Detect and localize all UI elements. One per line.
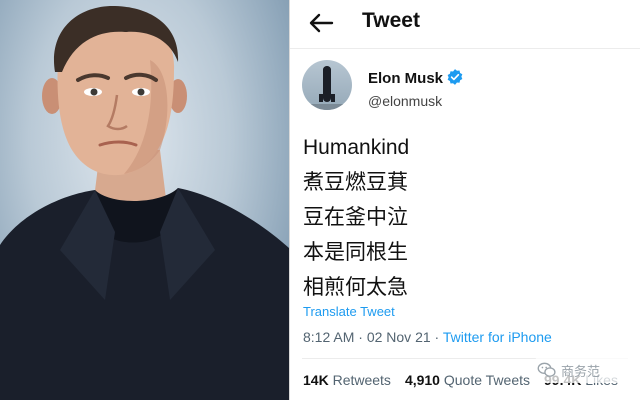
tweet-line: Humankind [303, 136, 410, 159]
tweet-line: 煮豆燃豆萁 [303, 171, 408, 194]
arrow-left-icon [309, 13, 334, 33]
tweet-header: Tweet [290, 0, 640, 49]
quote-tweets-label[interactable]: Quote Tweets [444, 372, 530, 388]
meta-separator: · [354, 329, 367, 345]
tweet-body: Humankind 煮豆燃豆萁 豆在釜中泣 本是同根生 相煎何太急 [303, 130, 633, 305]
profile-photo [0, 0, 289, 400]
tweet-panel: Tweet Elon Musk @elonmusk Humankind 煮豆燃豆… [290, 0, 640, 400]
retweets-count[interactable]: 14K [303, 372, 329, 388]
author-name[interactable]: Elon Musk [368, 70, 443, 87]
tweet-line: 本是同根生 [303, 241, 408, 264]
tweet-metadata: 8:12 AM · 02 Nov 21 · Twitter for iPhone [303, 329, 552, 345]
tweet-time: 8:12 AM [303, 329, 355, 345]
starship-avatar-icon [302, 66, 352, 110]
meta-separator: · [430, 329, 443, 345]
verified-badge-icon [447, 69, 463, 85]
source-link[interactable]: Twitter for iPhone [443, 329, 552, 345]
quote-tweets-count[interactable]: 4,910 [405, 372, 440, 388]
author-handle[interactable]: @elonmusk [368, 93, 442, 109]
tweet-line: 豆在釜中泣 [303, 206, 408, 229]
retweets-label[interactable]: Retweets [333, 372, 391, 388]
page-title: Tweet [362, 9, 420, 32]
translate-tweet-link[interactable]: Translate Tweet [303, 304, 395, 319]
person-portrait [0, 5, 289, 400]
watermark-text: 商务范 [561, 364, 601, 379]
avatar[interactable] [302, 60, 352, 110]
tweet-date: 02 Nov 21 [366, 329, 431, 345]
wechat-icon [537, 362, 556, 377]
back-arrow-button[interactable] [306, 8, 338, 38]
watermark: 商务范 [535, 357, 630, 383]
tweet-line: 相煎何太急 [303, 276, 408, 299]
